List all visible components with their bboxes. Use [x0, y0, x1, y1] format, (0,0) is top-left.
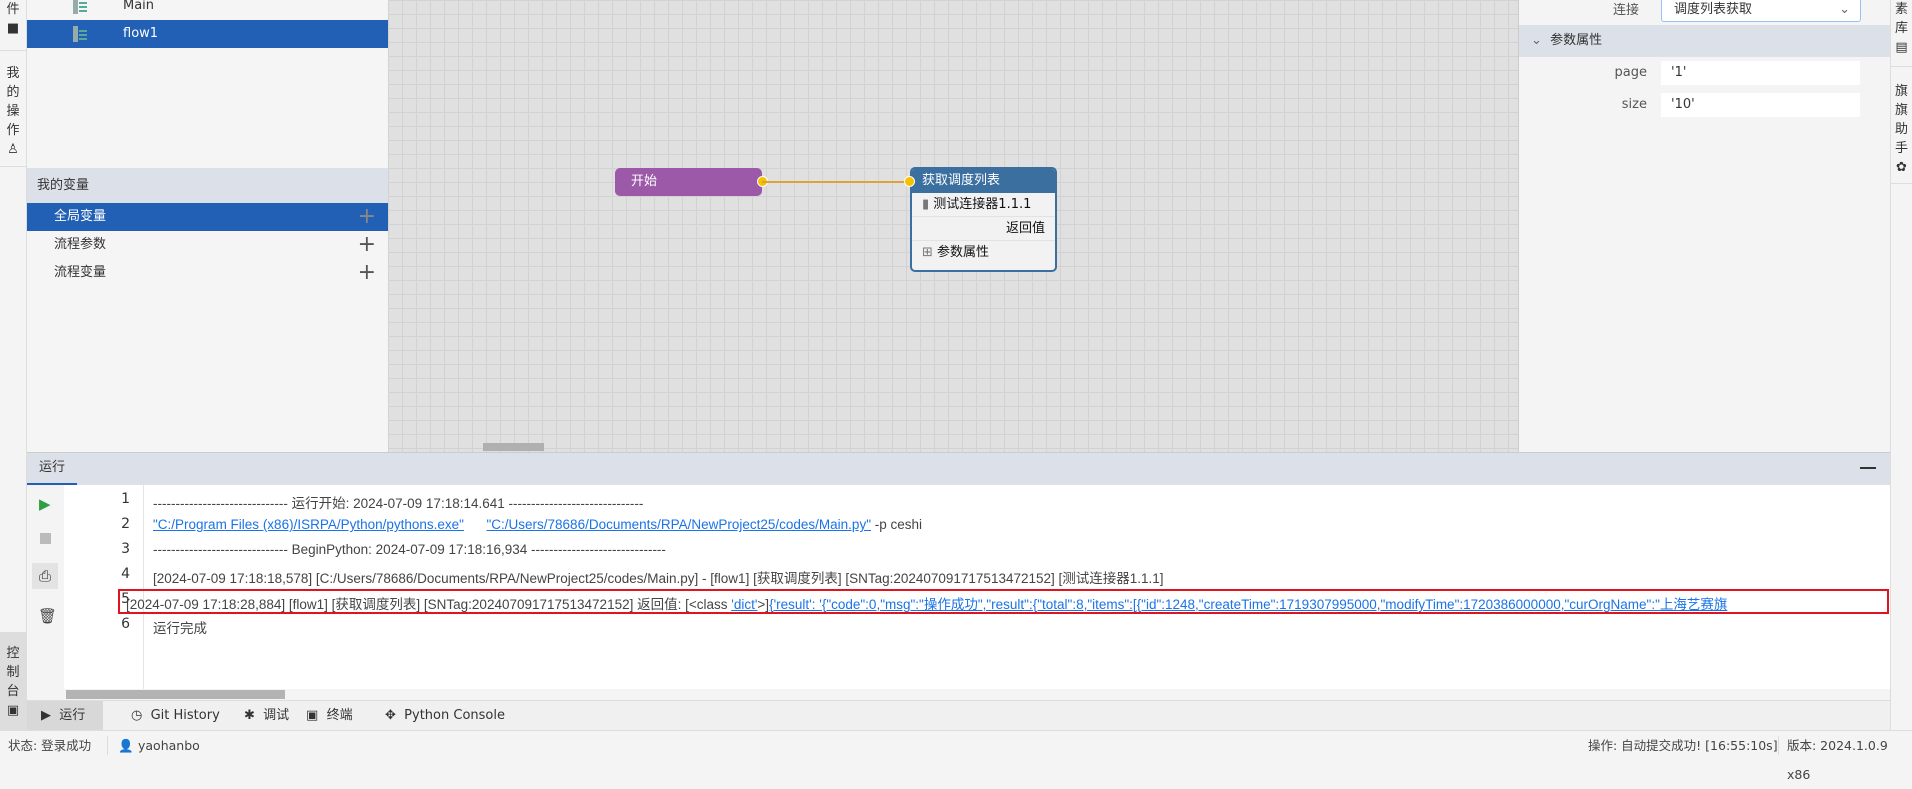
- variables-header: 我的变量: [27, 168, 388, 203]
- bottom-tabs: ▶ 运行 ◷ Git History ✱ 调试 ▣ 终端 ✥ Python Co…: [27, 700, 1890, 731]
- tab-terminal[interactable]: ▣ 终端: [292, 701, 353, 731]
- log-line: ------------------------------ 运行开始: 202…: [153, 496, 644, 511]
- var-flow-vars[interactable]: 流程变量 +: [27, 259, 388, 287]
- connection-line: [762, 181, 909, 183]
- component-tab[interactable]: 件 ■: [0, 0, 26, 38]
- param-page-label: page: [1614, 65, 1647, 80]
- tree-item-flow1[interactable]: flow1: [27, 20, 388, 48]
- param-page-input[interactable]: '1': [1661, 61, 1860, 85]
- assistant-icon: ✿: [1896, 160, 1907, 175]
- line-number: 1: [121, 491, 130, 507]
- main-py-link[interactable]: "C:/Users/78686/Documents/RPA/NewProject…: [486, 517, 871, 532]
- my-operations-tab[interactable]: 我的操作 ♙: [0, 64, 26, 159]
- add-icon[interactable]: +: [358, 203, 376, 231]
- flow-file-icon: [73, 26, 87, 42]
- line-number: 4: [121, 566, 130, 582]
- var-flow-params[interactable]: 流程参数 +: [27, 231, 388, 259]
- run-log: ▶ ⎙ 🗑 1 ------------------------------ 运…: [27, 485, 1890, 700]
- tree-item-main[interactable]: Main: [27, 0, 388, 20]
- log-hscroll-track: [64, 689, 1890, 700]
- status-bar: 状态: 登录成功 👤 yaohanbo 操作: 自动提交成功! [16:55:1…: [0, 730, 1912, 782]
- expand-icon: ⊞: [922, 245, 933, 260]
- bookmark-icon: ▮: [922, 197, 930, 212]
- canvas-scrollbar[interactable]: [483, 443, 544, 451]
- line-number: 2: [121, 516, 130, 532]
- minimize-button[interactable]: [1860, 467, 1876, 469]
- console-tab[interactable]: 控制台 ▣: [0, 632, 26, 730]
- highlight-box: [2024-07-09 17:18:28,884] [flow1] [获取调度列…: [118, 589, 1889, 614]
- archive-icon: ▤: [1895, 40, 1908, 55]
- username: yaohanbo: [138, 738, 200, 753]
- action-node[interactable]: 获取调度列表 ▮ 测试连接器1.1.1 返回值 ⊞ 参数属性: [910, 167, 1057, 272]
- run-panel-header: 运行: [27, 452, 1890, 485]
- tab-python-console[interactable]: ✥ Python Console: [371, 701, 505, 731]
- log-line: ------------------------------ BeginPyth…: [153, 542, 666, 557]
- line-number: 3: [121, 541, 130, 557]
- connection-select[interactable]: 调度列表获取 ⌄: [1661, 0, 1861, 22]
- terminal-icon: ▣: [306, 708, 319, 723]
- run-panel-title: 运行: [27, 453, 77, 485]
- user-icon: ♙: [7, 142, 19, 157]
- operation-status: 操作: 自动提交成功! [16:55:10s]: [1588, 738, 1778, 753]
- tab-debug[interactable]: ✱ 调试: [230, 701, 289, 731]
- var-global[interactable]: 全局变量 +: [27, 203, 388, 231]
- user-icon: 👤: [118, 738, 134, 753]
- left-tool-strip: 件 ■ 我的操作 ♙ 控制台 ▣: [0, 0, 27, 730]
- print-icon[interactable]: ⎙: [32, 563, 58, 589]
- run-icon[interactable]: ▶: [39, 495, 51, 513]
- param-size-label: size: [1621, 97, 1647, 112]
- input-port[interactable]: [904, 176, 915, 187]
- log-hscrollbar[interactable]: [66, 690, 285, 699]
- params-row[interactable]: ⊞ 参数属性: [912, 241, 1055, 265]
- return-value-row: 返回值: [912, 217, 1055, 241]
- puzzle-icon: ■: [6, 21, 20, 36]
- run-toolbar: ▶ ⎙ 🗑: [27, 485, 64, 700]
- clock-icon: ◷: [131, 708, 143, 723]
- start-node[interactable]: 开始: [615, 168, 762, 196]
- add-icon[interactable]: +: [358, 231, 376, 259]
- right-tool-strip: 素库 ▤ 旗旗助手 ✿: [1890, 0, 1912, 730]
- chevron-down-icon: ⌄: [1839, 2, 1850, 17]
- log-line: [2024-07-09 17:18:18,578] [C:/Users/7868…: [153, 571, 1164, 586]
- version: 版本: 2024.1.0.9 x86: [1787, 738, 1888, 782]
- result-link[interactable]: {'result': '{"code":0,"msg":"操作成功","resu…: [769, 597, 1727, 612]
- python-exe-link[interactable]: "C:/Program Files (x86)/ISRPA/Python/pyt…: [153, 517, 464, 532]
- bug-icon: ✱: [244, 708, 255, 723]
- python-icon: ✥: [385, 708, 396, 723]
- flow-file-icon: [73, 0, 87, 14]
- play-icon: ▶: [41, 708, 51, 723]
- assistant-tab[interactable]: 旗旗助手 ✿: [1891, 82, 1912, 177]
- chevron-down-icon: ⌄: [1531, 33, 1542, 48]
- param-size-input[interactable]: '10': [1661, 93, 1860, 117]
- line-number: 6: [121, 616, 130, 632]
- action-node-title: 获取调度列表: [912, 169, 1055, 193]
- tab-run[interactable]: ▶ 运行: [27, 701, 103, 731]
- connector-row: ▮ 测试连接器1.1.1: [912, 193, 1055, 217]
- monitor-icon: ▣: [6, 703, 20, 718]
- tab-git-history[interactable]: ◷ Git History: [117, 701, 220, 731]
- log-line: [2024-07-09 17:18:28,884] [flow1] [获取调度列…: [126, 597, 1728, 612]
- flow-canvas[interactable]: 开始 获取调度列表 ▮ 测试连接器1.1.1 返回值 ⊞ 参数属性: [388, 0, 1519, 452]
- connection-label: 连接: [1612, 3, 1639, 18]
- trash-icon[interactable]: 🗑: [38, 607, 57, 625]
- params-section-header[interactable]: ⌄ 参数属性: [1519, 25, 1890, 57]
- login-status: 状态: 登录成功: [8, 738, 92, 753]
- add-icon[interactable]: +: [358, 259, 376, 287]
- dict-link[interactable]: 'dict': [731, 597, 757, 612]
- project-panel: Main flow1 我的变量 全局变量 + 流程参数 + 流程变量 +: [27, 0, 388, 452]
- stop-icon[interactable]: [40, 533, 51, 544]
- element-library-tab[interactable]: 素库 ▤: [1891, 0, 1912, 57]
- properties-panel: 连接 调度列表获取 ⌄ ⌄ 参数属性 page '1' size '10': [1519, 0, 1890, 452]
- log-line: 运行完成: [153, 621, 207, 636]
- log-line: "C:/Program Files (x86)/ISRPA/Python/pyt…: [153, 517, 923, 532]
